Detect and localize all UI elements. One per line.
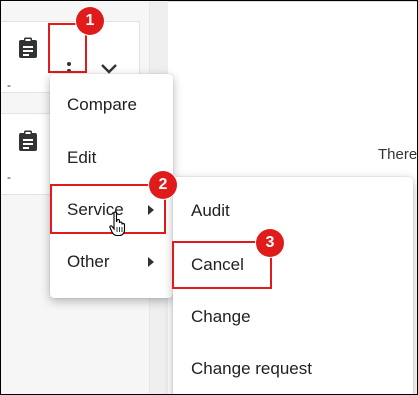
card-dash: - bbox=[7, 78, 11, 92]
menu-item-compare[interactable]: Compare bbox=[50, 79, 173, 131]
submenu-item-label: Audit bbox=[191, 201, 230, 220]
menu-item-other[interactable]: Other bbox=[50, 236, 173, 288]
highlight-service-item bbox=[50, 184, 166, 234]
submenu-arrow-icon bbox=[148, 257, 154, 267]
detail-top-border bbox=[168, 1, 417, 2]
menu-item-label: Compare bbox=[67, 95, 137, 114]
submenu-item-change[interactable]: Change bbox=[173, 291, 413, 343]
menu-item-label: Other bbox=[67, 252, 110, 271]
hand-pointer-icon bbox=[109, 211, 126, 237]
submenu-item-change-request[interactable]: Change request bbox=[173, 343, 413, 394]
clipboard-icon bbox=[19, 130, 37, 151]
step-badge-3: 3 bbox=[256, 229, 284, 257]
screenshot-frame: - - There -y Compare Edit Service bbox=[0, 0, 418, 395]
menu-item-label: Edit bbox=[67, 148, 97, 167]
submenu-item-label: Change request bbox=[191, 359, 312, 378]
detail-text: There bbox=[378, 146, 418, 163]
step-badge-2: 2 bbox=[149, 171, 177, 199]
clipboard-icon bbox=[19, 37, 37, 58]
submenu-item-label: Change bbox=[191, 307, 251, 326]
card-dash: - bbox=[7, 170, 11, 184]
submenu-item-audit[interactable]: Audit bbox=[173, 185, 413, 237]
step-badge-1: 1 bbox=[76, 7, 104, 35]
